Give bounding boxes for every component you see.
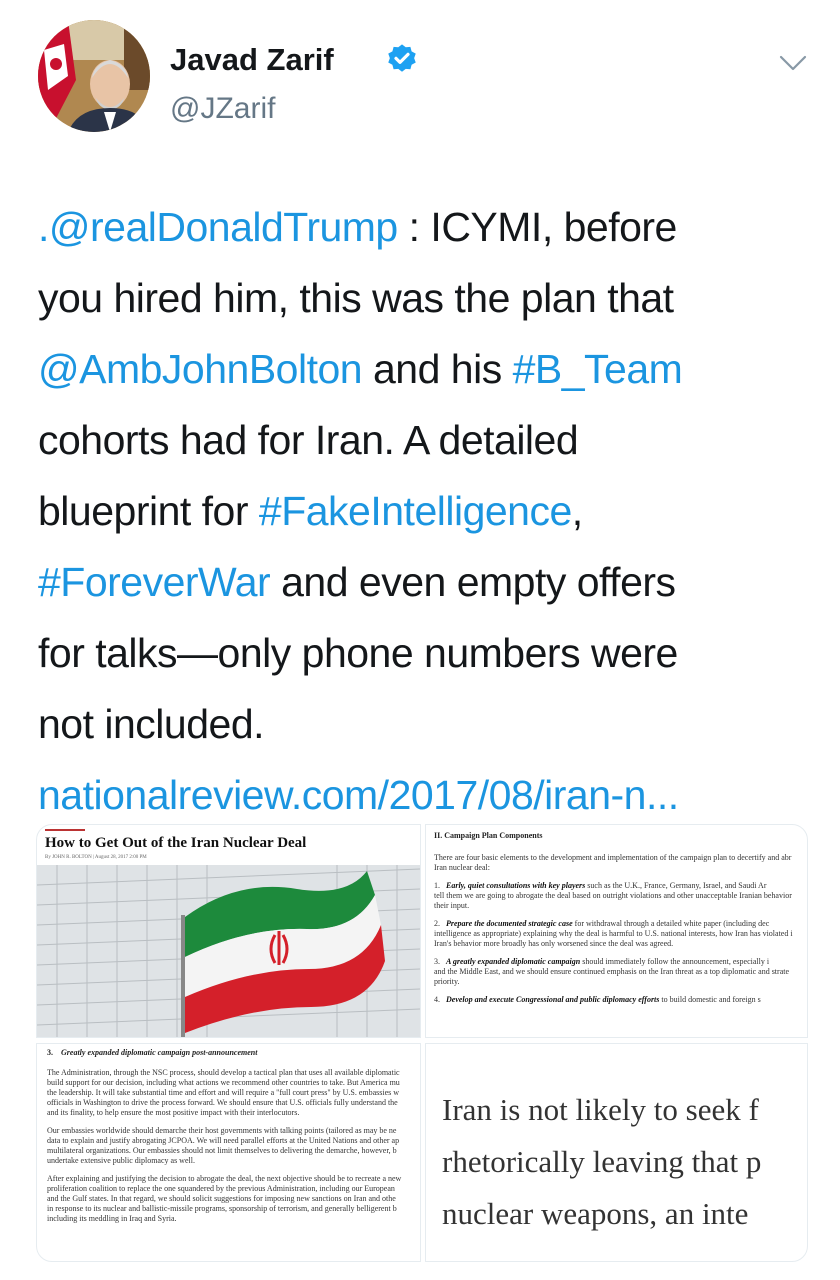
tweet-text-segment: : ICYMI, before — [397, 204, 678, 250]
media-image-plan-components[interactable]: II. Campaign Plan Components There are f… — [425, 824, 808, 1038]
plan-item-text: such as the U.K., France, Germany, Israe… — [585, 881, 767, 890]
plan-intro-line: There are four basic elements to the dev… — [434, 853, 792, 862]
section-line: build support for our decision, includin… — [47, 1078, 400, 1087]
plan-item-text: intelligence as appropriate) explaining … — [434, 929, 793, 938]
tweet-text: .@realDonaldTrump : ICYMI, before you hi… — [38, 192, 818, 831]
plan-item-text: to build domestic and foreign s — [659, 995, 761, 1004]
section-number: 3. — [47, 1048, 53, 1057]
section-line: data to explain and justify abrogating J… — [47, 1136, 400, 1145]
tweet-text-segment: , — [571, 488, 583, 534]
section-line: undertake extensive public diplomacy as … — [47, 1156, 195, 1165]
section-heading: Greatly expanded diplomatic campaign pos… — [61, 1048, 258, 1057]
media-image-article[interactable]: How to Get Out of the Iran Nuclear Deal … — [36, 824, 421, 1038]
article-title: How to Get Out of the Iran Nuclear Deal — [45, 835, 307, 851]
chevron-down-icon[interactable] — [778, 48, 808, 78]
section-line: and its finality, to help ensure the mos… — [47, 1108, 300, 1117]
article-link[interactable]: nationalreview.com/2017/08/iran-n... — [38, 760, 818, 831]
plan-item-number: 2. — [434, 919, 440, 928]
plan-item-text: Iran's behavior more broadly has only wo… — [434, 939, 674, 948]
iran-flag-photo — [37, 865, 420, 1037]
plan-item-text: their input. — [434, 901, 470, 910]
media-image-diplomatic-campaign[interactable]: 3. Greatly expanded diplomatic campaign … — [36, 1043, 421, 1262]
plan-item-text: priority. — [434, 977, 460, 986]
plan-item-bold: Early, quiet consultations with key play… — [446, 881, 586, 890]
verified-badge-icon — [388, 44, 416, 72]
plan-item-number: 4. — [434, 995, 440, 1004]
tweet-text-segment: blueprint for — [38, 488, 259, 534]
section-line: including its meddling in Iraq and Syria… — [47, 1214, 177, 1223]
plan-item-number: 3. — [434, 957, 440, 966]
plan-intro-line: Iran nuclear deal: — [434, 863, 490, 872]
mention-ambjohnbolton[interactable]: @AmbJohnBolton — [38, 346, 363, 392]
section-line: the leadership. It will take substantial… — [47, 1088, 400, 1097]
plan-item-number: 1. — [434, 881, 440, 890]
tweet-text-line: cohorts had for Iran. A detailed — [38, 417, 579, 463]
plan-item-bold: A greatly expanded diplomatic campaign — [446, 957, 581, 966]
article-kicker-rule — [45, 829, 85, 831]
plan-item-bold: Develop and execute Congressional and pu… — [446, 995, 660, 1004]
display-name[interactable]: Javad Zarif — [170, 42, 334, 78]
plan-item-text: tell them we are going to abrogate the d… — [434, 891, 792, 900]
tweet-text-line: not included. — [38, 701, 265, 747]
hashtag-fakeintelligence[interactable]: #FakeIntelligence — [259, 488, 572, 534]
user-handle[interactable]: @JZarif — [170, 92, 275, 126]
plan-item-text: should immediately follow the announceme… — [580, 957, 770, 966]
hashtag-foreverwar[interactable]: #ForeverWar — [38, 559, 271, 605]
article-byline: By JOHN R. BOLTON | August 28, 2017 2:00… — [45, 855, 147, 860]
section-line: Our embassies worldwide should demarche … — [47, 1126, 397, 1135]
tweet-text-line: for talks—only phone numbers were — [38, 630, 678, 676]
plan-item-bold: Prepare the documented strategic case — [446, 919, 573, 928]
section-line: multilateral organizations. Our embassie… — [47, 1146, 397, 1155]
plan-heading: II. Campaign Plan Components — [434, 831, 543, 840]
media-grid: How to Get Out of the Iran Nuclear Deal … — [36, 824, 808, 1262]
section-line: After explaining and justifying the deci… — [47, 1174, 402, 1183]
section-line: The Administration, through the NSC proc… — [47, 1068, 400, 1077]
quote-line: Iran is not likely to seek f — [442, 1092, 759, 1127]
tweet-text-segment: and his — [362, 346, 513, 392]
hashtag-b-team[interactable]: #B_Team — [513, 346, 683, 392]
tweet-header: Javad Zarif @JZarif — [38, 20, 808, 140]
quote-line: nuclear weapons, an inte — [442, 1196, 749, 1231]
avatar[interactable] — [38, 20, 150, 132]
tweet-text-line: you hired him, this was the plan that — [38, 275, 674, 321]
mention-realdonaldtrump[interactable]: .@realDonaldTrump — [38, 204, 398, 250]
section-line: officials in Washington to drive the pro… — [47, 1098, 398, 1107]
plan-item-text: for withdrawal through a detailed white … — [572, 919, 770, 928]
section-line: proliferation coalition to replace the o… — [47, 1184, 395, 1193]
media-image-quote[interactable]: Iran is not likely to seek f rhetoricall… — [425, 1043, 808, 1262]
quote-line: rhetorically leaving that p — [442, 1144, 762, 1179]
section-line: in response to its nuclear and ballistic… — [47, 1204, 397, 1213]
plan-item-text: and the Middle East, and we should ensur… — [434, 967, 790, 976]
section-line: and the Gulf states. In that regard, we … — [47, 1194, 396, 1203]
tweet-text-segment: and even empty offers — [270, 559, 676, 605]
